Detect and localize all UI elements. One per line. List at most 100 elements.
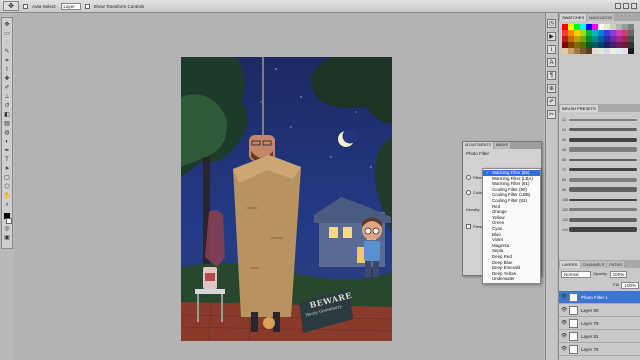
history-brush-tool[interactable]: ↺ [3, 103, 11, 110]
swatches-tabs: SWATCHES NAVIGATOR [559, 13, 640, 21]
layer-row[interactable]: 👁 Layer 79 [559, 317, 640, 330]
brush-preset[interactable]: 60 [562, 155, 637, 164]
opacity-field[interactable]: 100% [609, 271, 628, 278]
right-panels: SWATCHES NAVIGATOR BRUSH PRESETS 12 24 36 4… [558, 13, 640, 360]
dodge-tool[interactable]: ◐ [3, 139, 11, 146]
brush-preset[interactable]: 120 [562, 205, 637, 214]
clone-stamp-tool[interactable]: ⊥ [3, 94, 11, 101]
move-tool-icon[interactable]: ✥ [3, 1, 19, 11]
brush-panel-icon[interactable]: ✐ [547, 97, 556, 106]
tab-channels[interactable]: CHANNELS [580, 261, 607, 268]
info-panel-icon[interactable]: i [547, 45, 556, 54]
window-controls [615, 3, 637, 9]
swatches-grid [562, 24, 637, 54]
brush-size-label: 24 [562, 127, 566, 132]
eye-icon[interactable]: 👁 [561, 320, 567, 326]
brush-size-label: 120 [562, 207, 568, 212]
eye-icon[interactable]: 👁 [561, 346, 567, 352]
brush-preset[interactable]: 96 [562, 185, 637, 194]
eye-icon[interactable]: 👁 [561, 333, 567, 339]
brush-size-label: 96 [562, 187, 566, 192]
tab-masks[interactable]: MASKS [493, 142, 511, 149]
pen-tool[interactable]: ✒ [3, 148, 11, 155]
artwork-canvas[interactable]: BEWARE Henry Gooseberry [181, 57, 392, 341]
eyedropper-tool[interactable]: ⌇ [3, 67, 11, 74]
blur-tool[interactable]: ◍ [3, 130, 11, 137]
color-swatch[interactable] [628, 48, 634, 54]
healing-tool[interactable]: ✚ [3, 76, 11, 83]
brush-preset[interactable]: 12 [562, 115, 637, 124]
options-bar: ✥ Auto-Select: Layer Show Transform Cont… [0, 0, 640, 13]
layers-panel: Normal Opacity: 100% Fill: 100% 👁 Photo … [559, 269, 640, 356]
brush-size-label: 36 [562, 137, 566, 142]
brush-size-label: 72 [562, 167, 566, 172]
auto-select-dropdown[interactable]: Layer [60, 2, 81, 10]
hand-tool[interactable]: ✋ [3, 193, 11, 200]
eye-icon[interactable]: 👁 [561, 294, 567, 300]
brush-size-label: 60 [562, 157, 566, 162]
brush-stroke-preview [569, 198, 637, 201]
brush-preset[interactable]: 36 [562, 135, 637, 144]
filter-radio[interactable] [466, 175, 471, 180]
character-panel-icon[interactable]: A [547, 58, 556, 67]
brush-stroke-preview [569, 177, 637, 182]
layer-row[interactable]: 👁 Layer 81 [559, 330, 640, 343]
layer-name: Layer 81 [581, 333, 599, 339]
screen-mode-button[interactable]: ▣ [3, 235, 11, 242]
brush-preset[interactable]: 72 [562, 165, 637, 174]
show-transform-checkbox[interactable] [84, 3, 90, 9]
fill-field[interactable]: 100% [621, 282, 639, 289]
artwork-illustration [181, 57, 392, 341]
brush-tool[interactable]: ✐ [3, 85, 11, 92]
layer-row[interactable]: 👁 Layer 78 [559, 343, 640, 356]
fill-label: Fill: [613, 282, 620, 287]
eraser-tool[interactable]: ◧ [3, 112, 11, 119]
quick-mask-button[interactable]: ◎ [3, 226, 11, 233]
filter-menu-item[interactable]: Underwater [483, 276, 540, 282]
adjustments-tabs: ADJUSTMENTS MASKS [463, 142, 541, 149]
brush-size-label: 108 [562, 197, 568, 202]
history-panel-icon[interactable]: ◷ [547, 19, 556, 28]
layer-row[interactable]: 👁 Photo Filter 1 [559, 291, 640, 304]
tab-brush-presets[interactable]: BRUSH PRESETS [560, 105, 598, 112]
marquee-tool[interactable]: ▭ [3, 31, 11, 38]
background-color-swatch[interactable] [5, 218, 12, 224]
path-select-tool[interactable]: ➤ [3, 166, 11, 173]
move-tool[interactable]: ✥ [3, 22, 11, 29]
close-button[interactable] [631, 3, 637, 9]
brush-preset[interactable]: 84 [562, 175, 637, 184]
actions-panel-icon[interactable]: ▶ [547, 32, 556, 41]
brush-preset[interactable]: 48 [562, 145, 637, 154]
brush-stroke-preview [569, 208, 637, 211]
zoom-tool[interactable]: ⌕ [3, 202, 11, 209]
restore-button[interactable] [623, 3, 629, 9]
paragraph-panel-icon[interactable]: ¶ [547, 71, 556, 80]
3d-tool[interactable]: ⬡ [3, 184, 11, 191]
auto-select-checkbox[interactable] [23, 3, 28, 9]
brush-preset[interactable]: 144 [562, 225, 637, 234]
tab-swatches[interactable]: SWATCHES [560, 14, 587, 21]
crop-tool[interactable]: ⌗ [3, 58, 11, 65]
color-radio[interactable] [466, 190, 471, 195]
preserve-luminosity-checkbox[interactable] [466, 224, 471, 229]
brush-preset[interactable]: 24 [562, 125, 637, 134]
shape-tool[interactable]: ▢ [3, 175, 11, 182]
tab-adjustments[interactable]: ADJUSTMENTS [463, 142, 493, 149]
tool-presets-icon[interactable]: ✂ [547, 110, 556, 119]
opacity-label: Opacity: [593, 271, 608, 276]
lasso-tool[interactable]: ◌ [3, 40, 11, 47]
gradient-tool[interactable]: ▤ [3, 121, 11, 128]
clone-source-icon[interactable]: ⊕ [547, 84, 556, 93]
tab-paths[interactable]: PATHS [607, 261, 625, 268]
tab-layers[interactable]: LAYERS [560, 261, 580, 268]
type-tool[interactable]: T [3, 157, 11, 164]
minimize-button[interactable] [615, 3, 621, 9]
quick-select-tool[interactable]: ✎ [3, 49, 11, 56]
layer-row[interactable]: 👁 Layer 80 [559, 304, 640, 317]
tab-navigator[interactable]: NAVIGATOR [587, 14, 615, 21]
layer-name: Layer 80 [581, 307, 599, 313]
brush-preset[interactable]: 132 [562, 215, 637, 224]
brush-preset[interactable]: 108 [562, 195, 637, 204]
blend-mode-dropdown[interactable]: Normal [561, 271, 591, 278]
eye-icon[interactable]: 👁 [561, 307, 567, 313]
